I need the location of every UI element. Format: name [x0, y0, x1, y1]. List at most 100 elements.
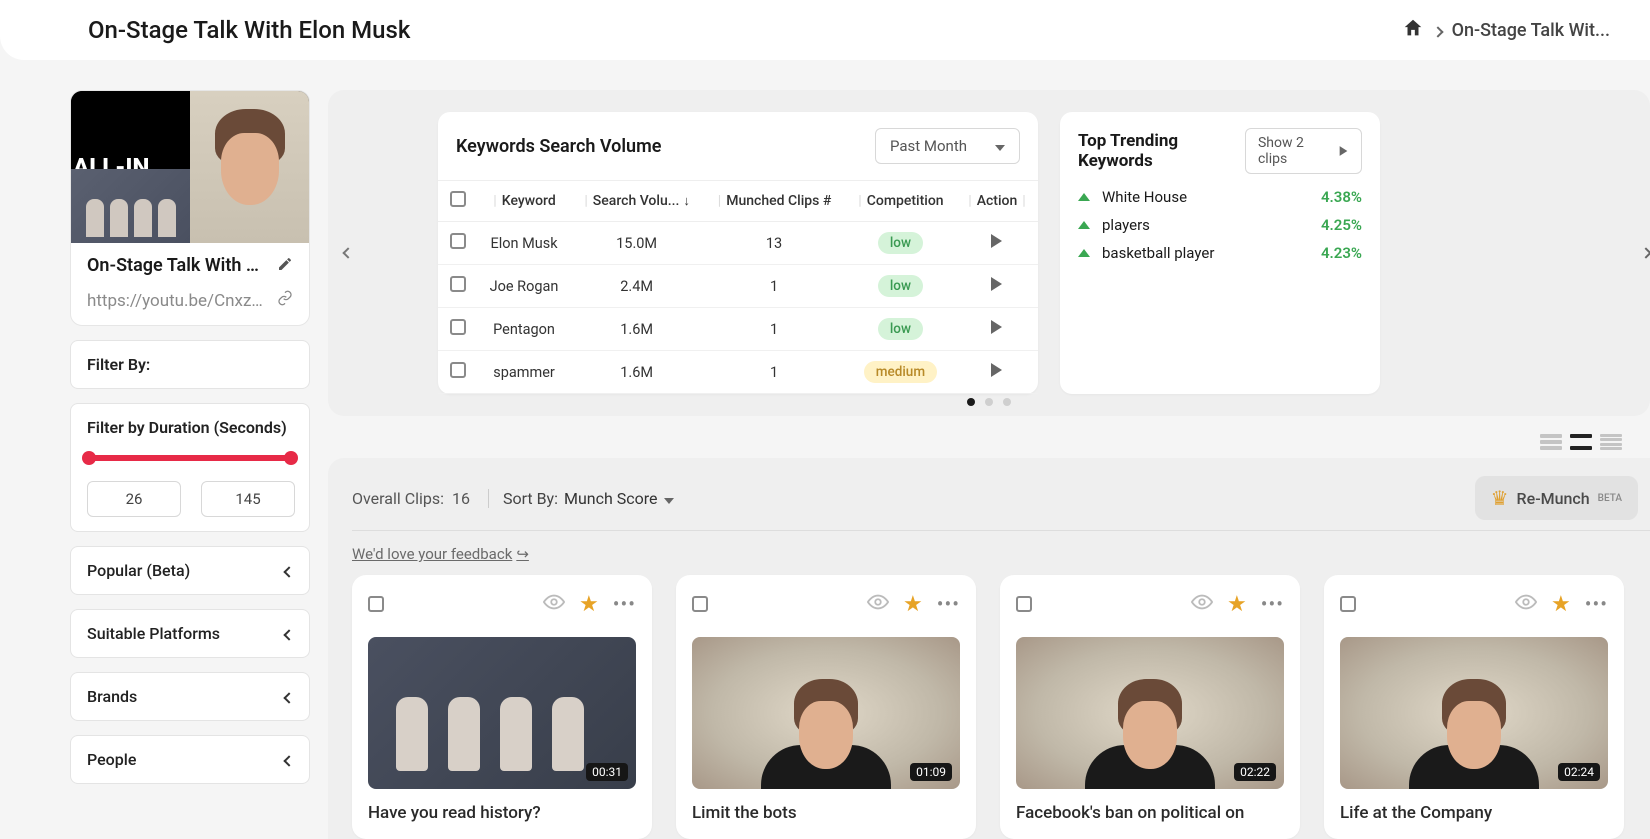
filter-section-people[interactable]: People [70, 735, 310, 784]
cell-clips: 1 [703, 265, 845, 308]
trending-row[interactable]: players 4.25% [1078, 216, 1362, 234]
range-select[interactable]: Past Month [875, 128, 1020, 164]
play-icon[interactable] [991, 234, 1002, 248]
play-icon[interactable] [991, 363, 1002, 377]
trend-keyword: players [1102, 216, 1150, 234]
preview-icon[interactable] [1191, 591, 1213, 617]
overall-clips-label: Overall Clips: [352, 489, 444, 508]
view-compact-icon[interactable] [1600, 434, 1622, 450]
clip-duration: 02:22 [1234, 763, 1276, 781]
filter-by-label-box: Filter By: [70, 340, 310, 389]
trending-row[interactable]: basketball player 4.23% [1078, 244, 1362, 262]
caret-down-icon [995, 137, 1005, 155]
carousel-dots [967, 398, 1011, 406]
play-icon[interactable] [991, 277, 1002, 291]
more-icon[interactable]: ••• [937, 592, 960, 616]
clip-thumbnail[interactable]: 02:22 [1016, 637, 1284, 789]
more-icon[interactable]: ••• [1585, 592, 1608, 616]
row-checkbox[interactable] [450, 319, 466, 335]
more-icon[interactable]: ••• [1261, 592, 1284, 616]
carousel-prev-button[interactable] [334, 239, 362, 267]
favorite-icon[interactable]: ★ [1551, 592, 1571, 617]
trend-pct: 4.38% [1321, 188, 1362, 206]
clip-checkbox[interactable] [1340, 596, 1356, 612]
play-icon [1340, 146, 1348, 156]
duration-slider[interactable] [89, 455, 291, 461]
view-grid-icon[interactable] [1570, 434, 1592, 450]
share-icon: ↪ [516, 545, 529, 563]
clip-thumbnail[interactable]: 01:09 [692, 637, 960, 789]
trend-keyword: White House [1102, 188, 1187, 206]
video-title: On-Stage Talk With Elo... [87, 255, 267, 276]
filter-section-label: Suitable Platforms [87, 624, 220, 643]
breadcrumb-current[interactable]: On-Stage Talk Wit... [1452, 20, 1610, 41]
trend-pct: 4.23% [1321, 244, 1362, 262]
clip-title: Have you read history? [368, 803, 636, 823]
cell-volume: 2.4M [570, 265, 703, 308]
carousel-dot[interactable] [985, 398, 993, 406]
cell-volume: 1.6M [570, 351, 703, 394]
cell-keyword: spammer [478, 351, 570, 394]
carousel-next-button[interactable] [1632, 239, 1650, 267]
preview-icon[interactable] [867, 591, 889, 617]
video-thumbnail[interactable]: ALL-IN [71, 91, 309, 243]
crown-icon: ♛ [1491, 486, 1509, 510]
filter-duration: Filter by Duration (Seconds) [70, 403, 310, 532]
clips-panel: Overall Clips: 16 Sort By: Munch Score ♛… [328, 458, 1650, 839]
carousel-dot[interactable] [1003, 398, 1011, 406]
table-row: spammer1.6M1medium [438, 351, 1038, 394]
col-clips[interactable]: Munched Clips # [726, 193, 831, 209]
caret-down-icon [664, 489, 674, 508]
favorite-icon[interactable]: ★ [579, 592, 599, 617]
filter-section-popular[interactable]: Popular (Beta) [70, 546, 310, 595]
duration-min-input[interactable] [87, 481, 181, 517]
trend-pct: 4.25% [1321, 216, 1362, 234]
cell-keyword: Pentagon [478, 308, 570, 351]
clip-thumbnail[interactable]: 00:31 [368, 637, 636, 789]
clip-thumbnail[interactable]: 02:24 [1340, 637, 1608, 789]
view-list-icon[interactable] [1540, 434, 1562, 450]
favorite-icon[interactable]: ★ [1227, 592, 1247, 617]
filter-section-label: Brands [87, 687, 137, 706]
table-row: Elon Musk15.0M13low [438, 222, 1038, 265]
row-checkbox[interactable] [450, 362, 466, 378]
duration-max-input[interactable] [201, 481, 295, 517]
favorite-icon[interactable]: ★ [903, 592, 923, 617]
edit-icon[interactable] [277, 256, 293, 276]
keywords-title: Keywords Search Volume [456, 136, 661, 157]
sort-down-icon[interactable]: ↓ [683, 193, 690, 209]
sort-select[interactable]: Sort By: Munch Score [488, 489, 674, 508]
trend-keyword: basketball player [1102, 244, 1214, 262]
preview-icon[interactable] [543, 591, 565, 617]
row-checkbox[interactable] [450, 276, 466, 292]
trend-up-icon [1078, 193, 1090, 201]
row-checkbox[interactable] [450, 233, 466, 249]
col-keyword[interactable]: Keyword [502, 193, 556, 209]
home-icon[interactable] [1402, 17, 1424, 44]
slider-knob-max[interactable] [284, 451, 298, 465]
preview-icon[interactable] [1515, 591, 1537, 617]
col-action[interactable]: Action [977, 193, 1018, 209]
col-competition[interactable]: Competition [867, 193, 944, 209]
col-volume[interactable]: Search Volu... [593, 193, 680, 209]
show-clips-button[interactable]: Show 2 clips [1245, 128, 1362, 174]
filter-section-brands[interactable]: Brands [70, 672, 310, 721]
more-icon[interactable]: ••• [613, 592, 636, 616]
cell-clips: 1 [703, 351, 845, 394]
remunch-button[interactable]: ♛ Re-Munch BETA [1475, 476, 1638, 520]
show-clips-label: Show 2 clips [1258, 135, 1330, 167]
link-icon[interactable] [277, 290, 293, 311]
play-icon[interactable] [991, 320, 1002, 334]
filter-section-label: Popular (Beta) [87, 561, 190, 580]
feedback-link[interactable]: We'd love your feedback ↪ [352, 545, 529, 563]
clip-checkbox[interactable] [1016, 596, 1032, 612]
clip-checkbox[interactable] [692, 596, 708, 612]
slider-knob-min[interactable] [82, 451, 96, 465]
select-all-checkbox[interactable] [450, 191, 466, 207]
trending-row[interactable]: White House 4.38% [1078, 188, 1362, 206]
carousel-dot[interactable] [967, 398, 975, 406]
filter-section-platforms[interactable]: Suitable Platforms [70, 609, 310, 658]
clip-card: ★•••02:24Life at the Company [1324, 575, 1624, 839]
clip-checkbox[interactable] [368, 596, 384, 612]
cell-clips: 1 [703, 308, 845, 351]
